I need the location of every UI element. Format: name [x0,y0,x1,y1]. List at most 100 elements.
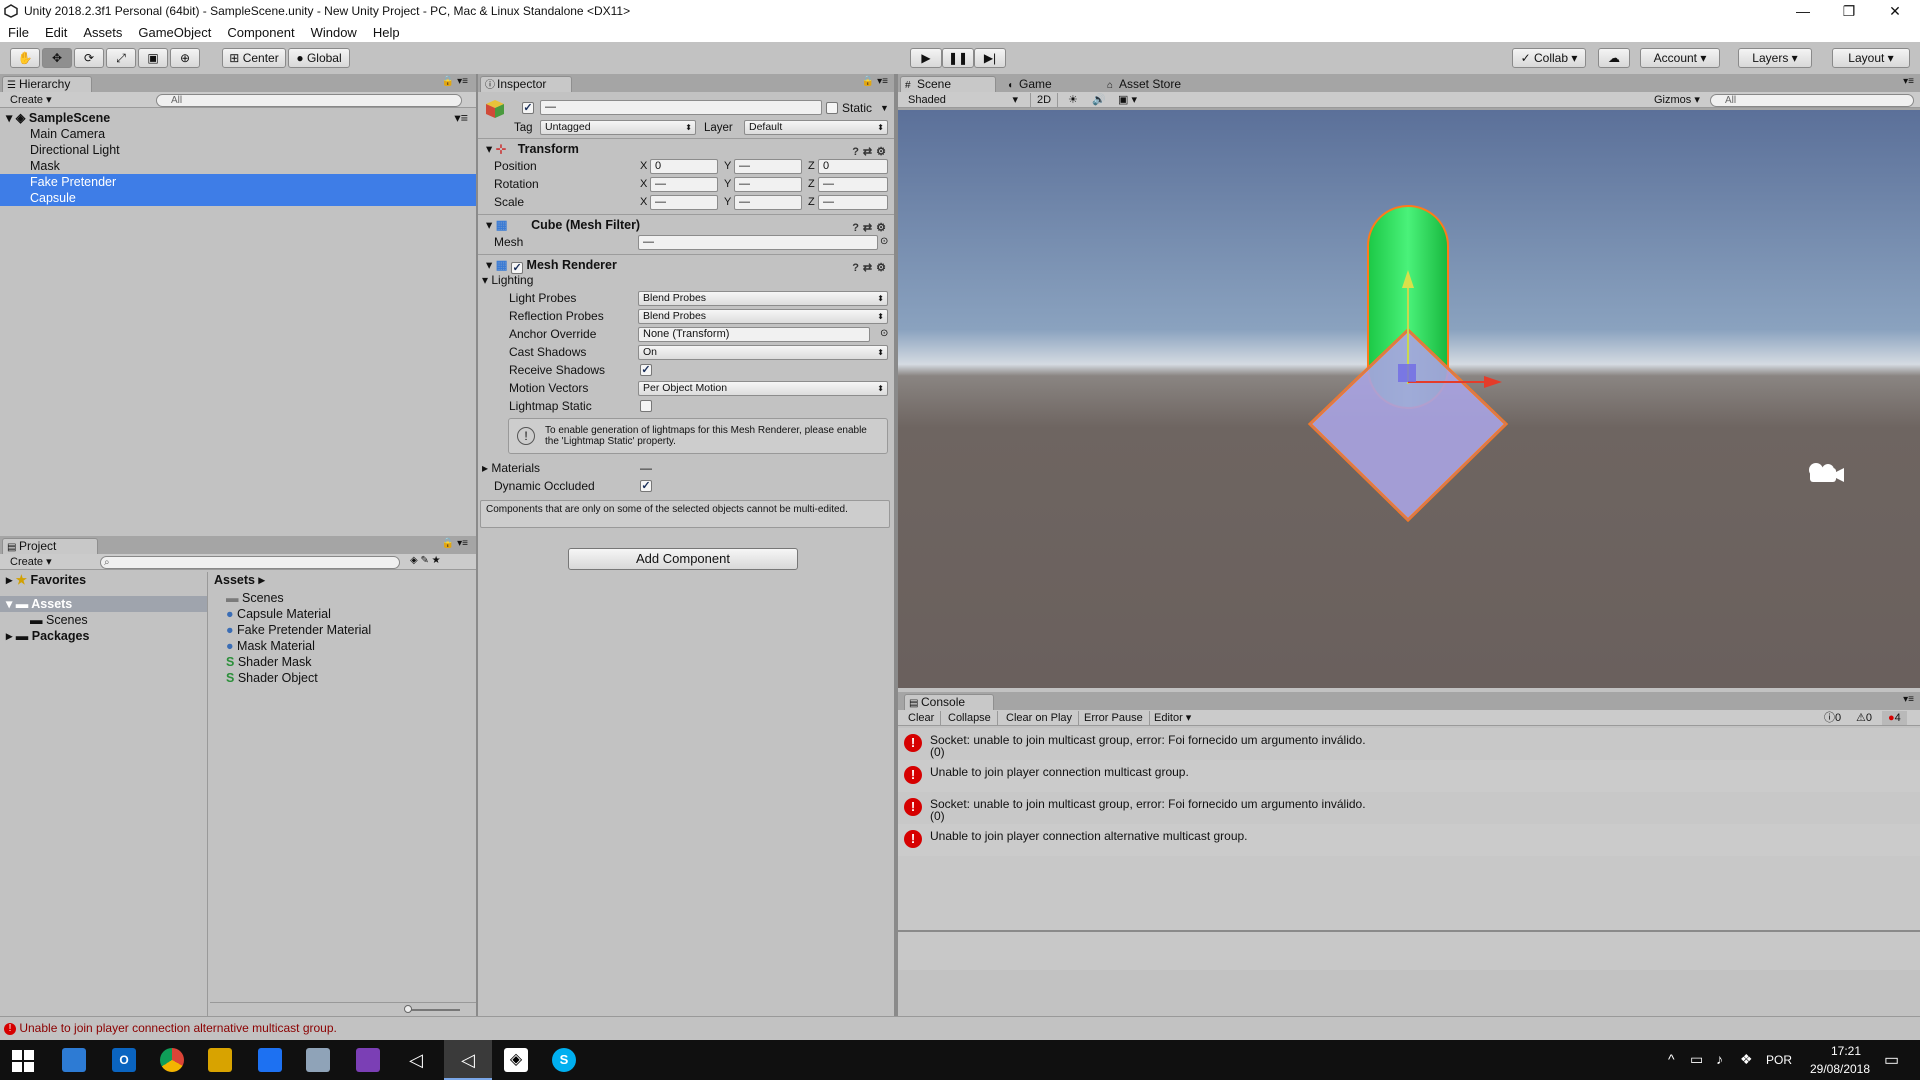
file-item[interactable]: S Shader Object [210,670,476,686]
transform-tool-button[interactable]: ⊕ [170,48,200,68]
menu-edit[interactable]: Edit [37,25,75,40]
materials-foldout[interactable]: ▸ Materials [482,460,540,476]
account-dropdown[interactable]: Account ▾ [1640,48,1720,68]
close-icon[interactable]: ✕ [1872,0,1918,22]
tree-favorites[interactable]: ▸ ★ Favorites [0,572,207,588]
effects-dropdown-icon[interactable]: ▣ ▾ [1112,93,1143,107]
tab-project[interactable]: ▤ Project [2,538,98,554]
layout-dropdown[interactable]: Layout ▾ [1832,48,1910,68]
hierarchy-item-directional-light[interactable]: Directional Light [0,142,476,158]
clock-time[interactable]: 17:21 [1816,1044,1876,1058]
position-x-field[interactable]: 0 [650,159,718,174]
status-bar[interactable]: ! Unable to join player connection alter… [0,1016,1920,1040]
play-button[interactable]: ▶ [910,48,942,68]
visual-studio-icon[interactable] [356,1048,380,1072]
project-search-input[interactable]: ⌕ [100,556,400,569]
hierarchy-item-capsule[interactable]: Capsule [0,190,476,206]
scale-tool-button[interactable]: ⤢ [106,48,136,68]
anchor-override-field[interactable]: None (Transform) [638,327,870,342]
tab-hierarchy[interactable]: ☰ Hierarchy [2,76,92,92]
lighting-foldout[interactable]: ▾ Lighting [482,272,533,288]
file-item[interactable]: ● Mask Material [210,638,476,654]
move-tool-button[interactable]: ✥ [42,48,72,68]
scale-x-field[interactable]: — [650,195,718,210]
panel-menu-icon[interactable]: 🔒 ▾≡ [442,538,468,549]
collab-dropdown[interactable]: ✓ Collab ▾ [1512,48,1586,68]
menu-file[interactable]: File [0,25,37,40]
pivot-center-button[interactable]: ⊞ Center [222,48,286,68]
scale-y-field[interactable]: — [734,195,802,210]
rotation-x-field[interactable]: — [650,177,718,192]
tools-app-icon[interactable] [208,1048,232,1072]
restore-icon[interactable]: ❐ [1826,0,1872,22]
object-picker-icon[interactable]: ⊙ [880,234,888,250]
console-detail-divider[interactable] [898,930,1920,932]
project-create-button[interactable]: Create ▾ [4,555,58,569]
icon-size-slider[interactable] [406,1009,460,1011]
taskbar-app-icon[interactable] [62,1048,86,1072]
audio-toggle-icon[interactable]: 🔊 [1086,93,1112,107]
static-checkbox[interactable] [826,102,838,114]
menu-gameobject[interactable]: GameObject [130,25,219,40]
panel-menu-icon[interactable]: 🔒 ▾≡ [442,76,468,87]
console-warning-toggle[interactable]: ⚠0 [1850,711,1878,725]
layer-dropdown[interactable]: Default [744,120,888,135]
minimize-icon[interactable]: — [1780,0,1826,22]
hand-tool-button[interactable]: ✋ [10,48,40,68]
panel-menu-icon[interactable]: 🔒 ▾≡ [862,76,888,87]
tree-packages[interactable]: ▸ ▬ Packages [0,628,207,644]
unity-app-icon[interactable]: ◈ [504,1048,528,1072]
receive-shadows-checkbox[interactable]: ✓ [640,364,652,376]
hierarchy-item-main-camera[interactable]: Main Camera [0,126,476,142]
slider-handle[interactable] [404,1005,412,1013]
mesh-renderer-header[interactable]: ▾ ▦ ✓ Mesh Renderer ?⇄⚙ [478,254,894,274]
tree-assets[interactable]: ▾ ▬ Assets [0,596,207,612]
panel-menu-icon[interactable]: ▾≡ [1903,76,1914,87]
rotate-tool-button[interactable]: ⟳ [74,48,104,68]
lightmap-static-checkbox[interactable] [640,400,652,412]
scene-root-row[interactable]: ▾ ◈ SampleScene ▾≡ [0,110,476,126]
console-editor-dropdown[interactable]: Editor ▾ [1148,711,1197,725]
outlook-icon[interactable]: O [112,1048,136,1072]
tab-asset-store[interactable]: ⌂ Asset Store [1102,76,1212,92]
cast-shadows-dropdown[interactable]: On [638,345,888,360]
pause-button[interactable]: ❚❚ [942,48,974,68]
console-clear-button[interactable]: Clear [902,711,942,725]
cloud-button[interactable]: ☁ [1598,48,1630,68]
position-z-field[interactable]: 0 [818,159,888,174]
unity-hub-icon[interactable]: ◁ [404,1048,428,1072]
trello-icon[interactable] [258,1048,282,1072]
volume-icon[interactable]: ♪ [1716,1051,1723,1067]
console-entry[interactable]: ! Unable to join player connection alter… [898,824,1920,856]
chrome-icon[interactable] [160,1048,184,1072]
scene-viewport[interactable] [898,110,1920,688]
filter-icons[interactable]: ◈ ✎ ★ [410,555,441,566]
hierarchy-item-mask[interactable]: Mask [0,158,476,174]
reflection-probes-dropdown[interactable]: Blend Probes [638,309,888,324]
language-indicator[interactable]: POR [1766,1053,1792,1067]
console-collapse-button[interactable]: Collapse [942,711,998,725]
console-entry[interactable]: ! Socket: unable to join multicast group… [898,728,1920,760]
menu-help[interactable]: Help [365,25,408,40]
lighting-toggle-icon[interactable]: ☀ [1062,93,1084,107]
skype-icon[interactable]: S [552,1048,576,1072]
rect-tool-button[interactable]: ▣ [138,48,168,68]
hierarchy-create-button[interactable]: Create ▾ [4,93,58,107]
file-item[interactable]: S Shader Mask [210,654,476,670]
hierarchy-search-input[interactable]: All [156,94,462,107]
notifications-icon[interactable]: ▭ [1884,1050,1899,1070]
tag-dropdown[interactable]: Untagged [540,120,696,135]
console-clear-on-play-button[interactable]: Clear on Play [1000,711,1080,725]
position-y-field[interactable]: — [734,159,802,174]
component-actions-icon[interactable]: ?⇄⚙ [852,258,890,278]
tab-scene[interactable]: # Scene [900,76,996,92]
scale-z-field[interactable]: — [818,195,888,210]
console-error-toggle[interactable]: ●4 [1882,711,1907,725]
tray-chevron-icon[interactable]: ^ [1668,1051,1675,1067]
tab-inspector[interactable]: ⓘ Inspector [480,76,572,92]
menu-assets[interactable]: Assets [75,25,130,40]
add-component-button[interactable]: Add Component [568,548,798,570]
tree-scenes[interactable]: ▬ Scenes [0,612,207,628]
network-icon[interactable]: ▭ [1690,1051,1703,1068]
motion-vectors-dropdown[interactable]: Per Object Motion [638,381,888,396]
